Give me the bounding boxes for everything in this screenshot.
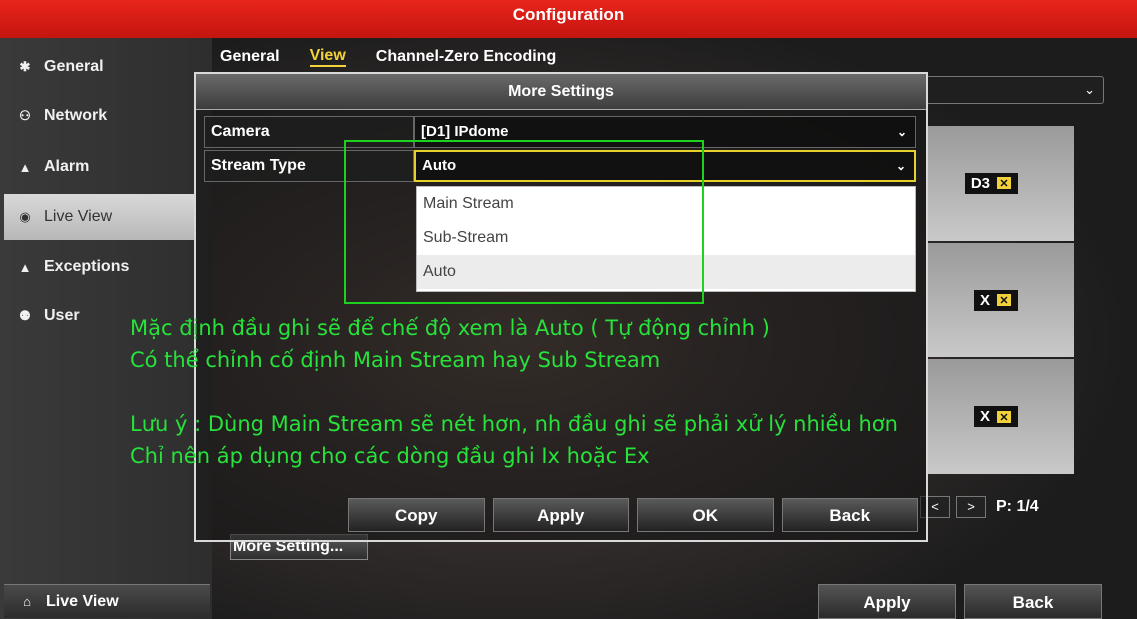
channel-label: X [979, 408, 990, 426]
chevron-down-icon: ⌄ [896, 125, 907, 139]
page-indicator: P: 1/4 [996, 498, 1039, 515]
sidebar-item-live-view[interactable]: ◉ Live View [4, 194, 194, 240]
note-line: Lưu ý : Dùng Main Stream sẽ nét hơn, nh … [130, 412, 898, 436]
sidebar-item-network[interactable]: ⚇ Network [4, 93, 194, 139]
channel-tag: X ✕ [973, 406, 1018, 428]
channel-grid: D3 ✕ X ✕ X ✕ [926, 126, 1074, 475]
chevron-down-icon: ⌄ [1084, 82, 1095, 97]
close-icon[interactable]: ✕ [996, 176, 1012, 191]
grid-cell[interactable]: D3 ✕ [926, 126, 1074, 241]
dialog-apply-button[interactable]: Apply [492, 498, 629, 532]
sidebar-item-alarm[interactable]: ▲ Alarm [4, 144, 194, 190]
sidebar-item-label: Alarm [44, 158, 90, 175]
live-view-label: Live View [46, 592, 119, 610]
dialog-back-button[interactable]: Back [781, 498, 918, 532]
camera-value: [D1] IPdome [421, 123, 509, 140]
sidebar-item-label: User [44, 307, 80, 324]
copy-button[interactable]: Copy [348, 498, 485, 532]
channel-tag: X ✕ [973, 289, 1018, 311]
eye-icon: ◉ [19, 209, 31, 224]
note-line: Mặc định đầu ghi sẽ để chế độ xem là Aut… [130, 316, 770, 340]
tab-view[interactable]: View [309, 47, 346, 67]
tab-channel-zero-encoding[interactable]: Channel-Zero Encoding [376, 48, 556, 66]
highlight-box [344, 140, 704, 304]
sidebar-item-general[interactable]: ✱ General [4, 44, 194, 90]
channel-label: D3 [970, 174, 990, 192]
close-icon[interactable]: ✕ [996, 409, 1012, 424]
more-settings-dialog: More Settings Camera [D1] IPdome ⌄ Strea… [194, 72, 928, 542]
tab-bar: General View Channel-Zero Encoding [214, 40, 556, 74]
dialog-title: More Settings [196, 74, 926, 110]
gear-icon: ✱ [19, 59, 31, 74]
apply-button[interactable]: Apply [818, 584, 956, 619]
sidebar-item-label: Live View [44, 208, 113, 225]
grid-cell[interactable]: X ✕ [926, 242, 1074, 358]
pager: < > P: 1/4 [920, 492, 1039, 522]
users-icon: ⚉ [19, 308, 31, 323]
network-icon: ⚇ [19, 108, 31, 123]
sidebar-item-label: General [44, 58, 104, 75]
ok-button[interactable]: OK [637, 498, 774, 532]
view-dropdown[interactable]: ⌄ [920, 76, 1104, 104]
live-view-button[interactable]: ⌂ Live View [4, 584, 210, 618]
channel-tag: D3 ✕ [964, 172, 1018, 194]
tab-general[interactable]: General [220, 48, 280, 66]
dialog-buttons: Copy Apply OK Back [348, 498, 918, 532]
sidebar-item-label: Network [44, 107, 108, 124]
note-line: Có thể chỉnh cố định Main Stream hay Sub… [130, 348, 661, 372]
back-button[interactable]: Back [964, 584, 1102, 619]
next-page-button[interactable]: > [956, 496, 986, 518]
window-title: Configuration [0, 0, 1137, 38]
sidebar-item-label: Exceptions [44, 258, 130, 275]
home-icon: ⌂ [23, 594, 31, 609]
note-line: Chỉ nên áp dụng cho các dòng đầu ghi Ix … [130, 444, 650, 468]
warning-icon: ▲ [18, 259, 32, 275]
sidebar-item-exceptions[interactable]: ▲ Exceptions [4, 244, 194, 290]
channel-label: X [979, 291, 990, 309]
alarm-icon: ▲ [18, 159, 32, 175]
chevron-down-icon: ⌄ [895, 159, 906, 173]
close-icon[interactable]: ✕ [996, 293, 1012, 307]
grid-cell[interactable]: X ✕ [926, 359, 1074, 475]
